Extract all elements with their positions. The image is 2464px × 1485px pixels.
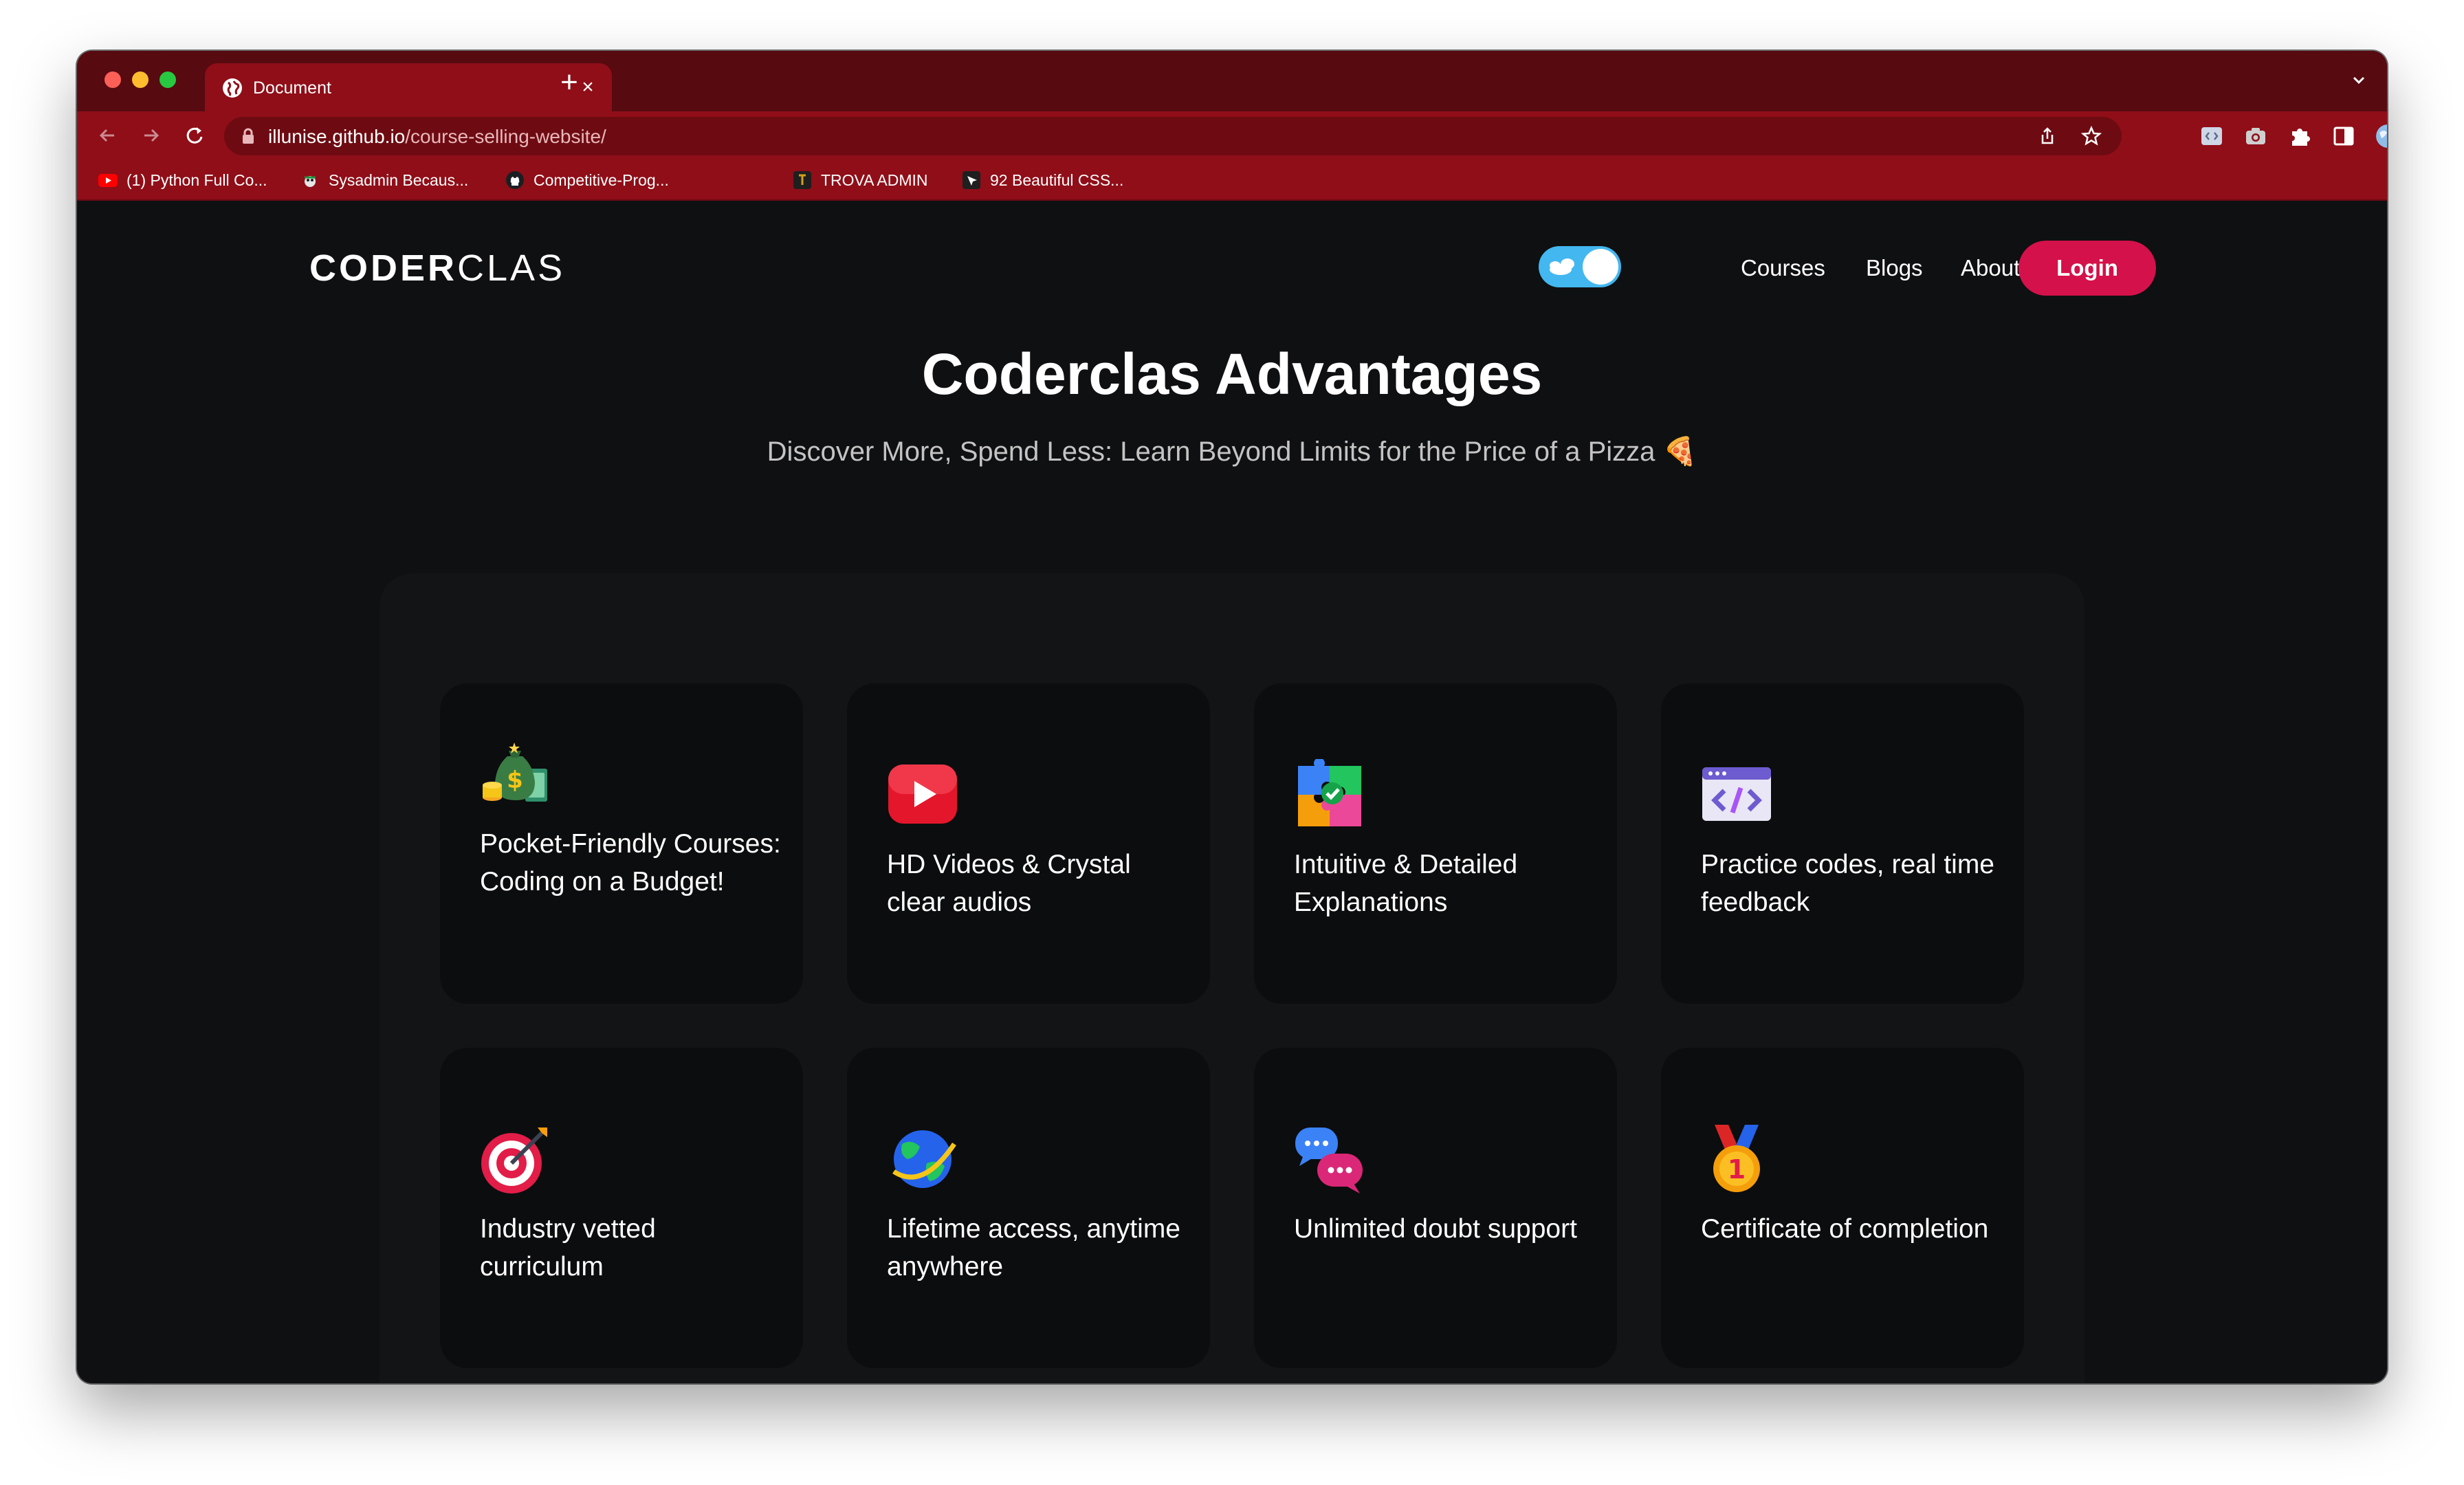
browser-tab[interactable]: Document × [205, 63, 612, 111]
reload-icon[interactable] [180, 121, 209, 150]
lock-icon[interactable] [241, 128, 256, 144]
maximize-window-button[interactable] [160, 72, 176, 88]
advantage-text: Pocket-Friendly Courses: Coding on a Bud… [480, 829, 781, 896]
nav-blogs-link[interactable]: Blogs [1866, 254, 1923, 282]
avatar[interactable] [2376, 124, 2387, 148]
code-window-icon [1701, 759, 1772, 830]
bookmarks-bar: (1) Python Full Co... Sysadmin Becaus...… [77, 160, 2387, 201]
login-button[interactable]: Login [2018, 241, 2156, 296]
forward-arrow-icon[interactable] [136, 121, 165, 150]
globe-icon [223, 78, 242, 98]
advantage-text: Unlimited doubt support [1294, 1214, 1577, 1244]
advantage-card: $ Pocket-Friendly Courses: Coding on a B… [440, 683, 803, 1004]
bookmark-item[interactable]: (1) Python Full Co... [98, 168, 267, 192]
planet-icon [887, 1123, 958, 1195]
nav-courses-link[interactable]: Courses [1741, 254, 1825, 282]
money-bag-icon: $ [480, 738, 551, 810]
chevron-down-icon[interactable] [2348, 70, 2369, 91]
back-arrow-icon[interactable] [94, 121, 122, 150]
bookmark-label: 92 Beautiful CSS... [990, 170, 1124, 189]
advantage-card: Unlimited doubt support [1254, 1048, 1617, 1368]
advantages-panel: $ Pocket-Friendly Courses: Coding on a B… [380, 573, 2084, 1383]
tab-strip: Document × + [77, 51, 2387, 111]
advantage-card: Intuitive & Detailed Explanations [1254, 683, 1617, 1004]
bookmark-label: TROVA ADMIN [821, 170, 928, 189]
sysadmin-icon [300, 170, 320, 190]
page-subtitle: Discover More, Spend Less: Learn Beyond … [767, 437, 1697, 467]
url-text: illunise.github.io/course-selling-websit… [268, 126, 606, 147]
advantage-card: HD Videos & Crystal clear audios [847, 683, 1210, 1004]
advantage-card: Industry vetted curriculum [440, 1048, 803, 1368]
advantage-text: HD Videos & Crystal clear audios [887, 850, 1131, 917]
bookmark-item[interactable]: 92 Beautiful CSS... [961, 168, 1123, 192]
web-page: CODERCLAS Courses Blogs About Us Login C… [77, 202, 2387, 1383]
url-path: /course-selling-website/ [405, 126, 606, 147]
advantage-text: Certificate of completion [1701, 1214, 1989, 1244]
trova-icon [792, 170, 813, 190]
svg-text:1: 1 [1728, 1154, 1746, 1185]
close-window-button[interactable] [104, 72, 121, 88]
share-icon[interactable] [2036, 125, 2058, 147]
puzzle-icon [1294, 759, 1365, 830]
advantage-text: Lifetime access, anytime anywhere [887, 1214, 1181, 1282]
bookmark-item[interactable]: Competitive-Prog... [505, 168, 669, 192]
github-icon [505, 170, 525, 190]
star-icon[interactable] [2080, 125, 2102, 147]
target-icon [480, 1123, 551, 1195]
new-tab-button[interactable]: + [553, 67, 586, 100]
puzzle-piece-icon[interactable] [2288, 124, 2311, 148]
address-bar[interactable]: illunise.github.io/course-selling-websit… [224, 117, 2122, 155]
svg-text:$: $ [507, 767, 523, 794]
advantage-card: Practice codes, real time feedback [1661, 683, 2024, 1004]
advantage-text: Intuitive & Detailed Explanations [1294, 850, 1518, 917]
advantage-card: 1 Certificate of completion [1661, 1048, 2024, 1368]
toggle-knob[interactable] [1583, 249, 1618, 285]
theme-toggle[interactable] [1539, 246, 1621, 287]
play-video-icon [887, 759, 958, 830]
bookmark-label: Sysadmin Becaus... [329, 170, 469, 189]
code-extension-icon[interactable] [2200, 124, 2223, 148]
advantage-text: Practice codes, real time feedback [1701, 850, 1995, 917]
advantage-text: Industry vetted curriculum [480, 1214, 656, 1282]
tab-title: Document [253, 78, 331, 98]
url-host: illunise.github.io [268, 126, 406, 147]
logo-light-text: CLAS [457, 248, 566, 289]
bookmark-label: Competitive-Prog... [534, 170, 669, 189]
medal-icon: 1 [1701, 1123, 1772, 1195]
page-title: Coderclas Advantages [921, 342, 1543, 406]
bookmark-item[interactable]: TROVA ADMIN [792, 168, 928, 192]
side-panel-icon[interactable] [2332, 124, 2355, 148]
chat-bubbles-icon [1294, 1123, 1365, 1195]
site-logo[interactable]: CODERCLAS [309, 248, 565, 289]
logo-bold-text: CODER [309, 248, 458, 289]
browser-window: Document × + illunise.github.io/course-s… [77, 51, 2387, 1383]
youtube-icon [98, 170, 118, 190]
browser-toolbar: illunise.github.io/course-selling-websit… [77, 111, 2387, 160]
camera-icon[interactable] [2244, 124, 2267, 148]
advantage-card: Lifetime access, anytime anywhere [847, 1048, 1210, 1368]
bookmark-label: (1) Python Full Co... [126, 170, 267, 189]
css-icon [961, 170, 982, 190]
minimize-window-button[interactable] [132, 72, 148, 88]
bookmark-item[interactable]: Sysadmin Becaus... [300, 168, 468, 192]
